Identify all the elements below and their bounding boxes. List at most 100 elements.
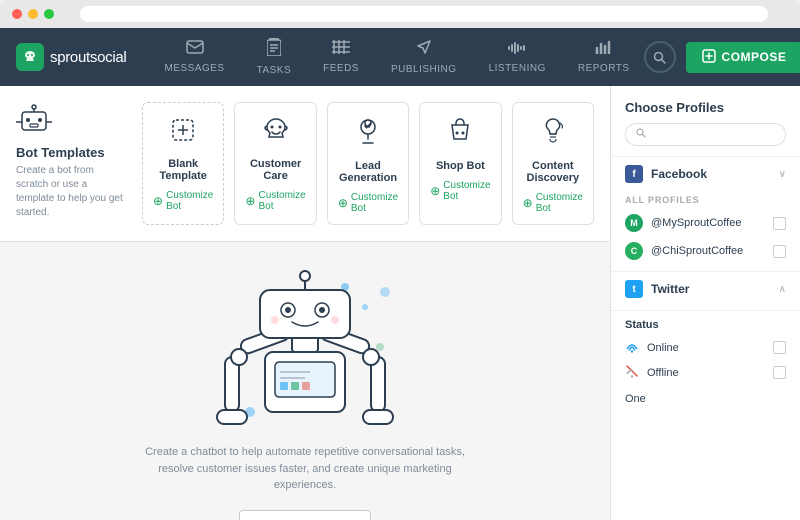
lead-gen-customize[interactable]: ⊕ Customize Bot xyxy=(338,192,398,214)
compose-icon xyxy=(702,49,716,66)
twitter-logo: t xyxy=(625,280,643,298)
feeds-icon xyxy=(332,40,350,59)
profiles-search-input[interactable] xyxy=(652,129,775,141)
navbar: sproutsocial MESSAGES xyxy=(0,28,800,86)
bot-intro-title: Bot Templates xyxy=(16,145,126,160)
shop-bot-icon xyxy=(447,117,473,152)
blank-template-icon xyxy=(170,117,196,150)
offline-checkbox[interactable] xyxy=(773,366,786,379)
minimize-dot[interactable] xyxy=(28,9,38,19)
customer-care-name: Customer Care xyxy=(245,158,305,182)
close-dot[interactable] xyxy=(12,9,22,19)
compose-button[interactable]: COMPOSE xyxy=(686,42,800,73)
offline-icon xyxy=(625,364,639,381)
template-lead-gen[interactable]: Lead Generation ⊕ Customize Bot xyxy=(327,102,409,225)
twitter-header-left: t Twitter xyxy=(625,280,689,298)
profile-row-mysroutcoffee: M @MySproutCoffee xyxy=(611,209,800,237)
bot-templates-section: Bot Templates Create a bot from scratch … xyxy=(0,86,610,242)
template-content-discovery[interactable]: Content Discovery ⊕ Customize Bot xyxy=(512,102,594,225)
facebook-header-left: f Facebook xyxy=(625,165,707,183)
content-discovery-customize[interactable]: ⊕ Customize Bot xyxy=(523,192,583,214)
facebook-section: f Facebook ALL PROFILES M @MySproutCoffe… xyxy=(611,156,800,265)
status-section: Status Online xyxy=(611,310,800,385)
plus-icon2: ⊕ xyxy=(245,194,255,208)
right-panel: Choose Profiles f Facebook ALL PROFILES xyxy=(610,86,800,520)
lead-gen-icon xyxy=(355,117,381,152)
nav-tasks[interactable]: TASKS xyxy=(243,30,306,84)
facebook-header[interactable]: f Facebook xyxy=(611,157,800,191)
bot-intro-desc: Create a bot from scratch or use a templ… xyxy=(16,164,126,220)
twitter-header[interactable]: t Twitter xyxy=(611,272,800,306)
logo-text: sproutsocial xyxy=(50,49,126,66)
url-bar[interactable] xyxy=(80,6,768,22)
status-label: Status xyxy=(611,311,800,335)
chatbot-description: Create a chatbot to help automate repeti… xyxy=(145,444,465,494)
online-icon xyxy=(625,339,639,356)
mysproutcoffee-checkbox[interactable] xyxy=(773,217,786,230)
chisproutcoffee-checkbox[interactable] xyxy=(773,245,786,258)
template-shop-bot[interactable]: Shop Bot ⊕ Customize Bot xyxy=(419,102,501,225)
content-discovery-icon xyxy=(540,117,566,152)
messages-icon xyxy=(186,40,204,59)
blank-template-name: Blank Template xyxy=(153,158,213,182)
reports-icon xyxy=(595,40,613,59)
nav-feeds[interactable]: FEEDS xyxy=(309,32,373,82)
search-profiles[interactable] xyxy=(625,123,786,146)
template-customer-care[interactable]: Customer Care ⊕ Customize Bot xyxy=(234,102,316,225)
bot-intro-icon xyxy=(16,102,126,139)
twitter-chevron xyxy=(779,284,786,295)
chisproutcoffee-handle: @ChiSproutCoffee xyxy=(651,245,765,257)
create-chatbot-button[interactable]: Create Chatbot xyxy=(239,510,370,520)
online-text: Online xyxy=(647,342,765,354)
all-profiles-label: ALL PROFILES xyxy=(611,191,800,209)
publishing-icon xyxy=(416,39,432,60)
plus-icon3: ⊕ xyxy=(338,196,348,210)
content-discovery-name: Content Discovery xyxy=(523,160,583,184)
status-online-row: Online xyxy=(611,335,800,360)
window-chrome xyxy=(0,0,800,28)
blank-template-customize[interactable]: ⊕ Customize Bot xyxy=(153,190,213,212)
nav-items: MESSAGES TASKS xyxy=(150,30,643,84)
chisproutcoffee-avatar: C xyxy=(625,242,643,260)
shop-bot-customize[interactable]: ⊕ Customize Bot xyxy=(430,180,490,202)
customer-care-icon xyxy=(262,117,290,150)
main-content: Bot Templates Create a bot from scratch … xyxy=(0,86,800,520)
offline-text: Offline xyxy=(647,367,765,379)
shop-bot-name: Shop Bot xyxy=(436,160,485,172)
online-checkbox[interactable] xyxy=(773,341,786,354)
choose-profiles-title: Choose Profiles xyxy=(611,86,800,123)
search-profiles-icon xyxy=(636,128,646,141)
profile-row-chisproutcoffee: C @ChiSproutCoffee xyxy=(611,237,800,265)
mysproutcoffee-avatar: M xyxy=(625,214,643,232)
plus-icon5: ⊕ xyxy=(523,196,533,210)
status-offline-row: Offline xyxy=(611,360,800,385)
template-blank[interactable]: Blank Template ⊕ Customize Bot xyxy=(142,102,224,225)
robot-illustration: ✕ ✕ xyxy=(195,262,415,432)
nav-listening[interactable]: LISTENING xyxy=(475,32,560,82)
bot-intro: Bot Templates Create a bot from scratch … xyxy=(16,102,126,220)
facebook-chevron xyxy=(779,169,786,180)
nav-right: COMPOSE xyxy=(644,41,800,73)
nav-publishing[interactable]: PUBLISHING xyxy=(377,31,471,83)
search-button[interactable] xyxy=(644,41,676,73)
twitter-name: Twitter xyxy=(651,282,689,296)
lead-gen-name: Lead Generation xyxy=(338,160,398,184)
logo-icon xyxy=(16,43,44,71)
left-panel: Bot Templates Create a bot from scratch … xyxy=(0,86,610,520)
mysproutcoffee-handle: @MySproutCoffee xyxy=(651,217,765,229)
listening-icon xyxy=(508,40,526,59)
nav-reports[interactable]: REPORTS xyxy=(564,32,644,82)
plus-icon: ⊕ xyxy=(153,194,163,208)
expand-dot[interactable] xyxy=(44,9,54,19)
nav-messages[interactable]: MESSAGES xyxy=(150,32,238,82)
tasks-icon xyxy=(267,38,281,61)
chatbot-area: ✕ ✕ xyxy=(0,242,610,520)
twitter-section: t Twitter xyxy=(611,271,800,306)
plus-icon4: ⊕ xyxy=(430,184,440,198)
templates-grid: Blank Template ⊕ Customize Bot xyxy=(142,102,594,225)
customer-care-customize[interactable]: ⊕ Customize Bot xyxy=(245,190,305,212)
one-label: One xyxy=(611,385,800,413)
facebook-logo: f xyxy=(625,165,643,183)
facebook-name: Facebook xyxy=(651,167,707,181)
logo: sproutsocial xyxy=(16,43,126,71)
